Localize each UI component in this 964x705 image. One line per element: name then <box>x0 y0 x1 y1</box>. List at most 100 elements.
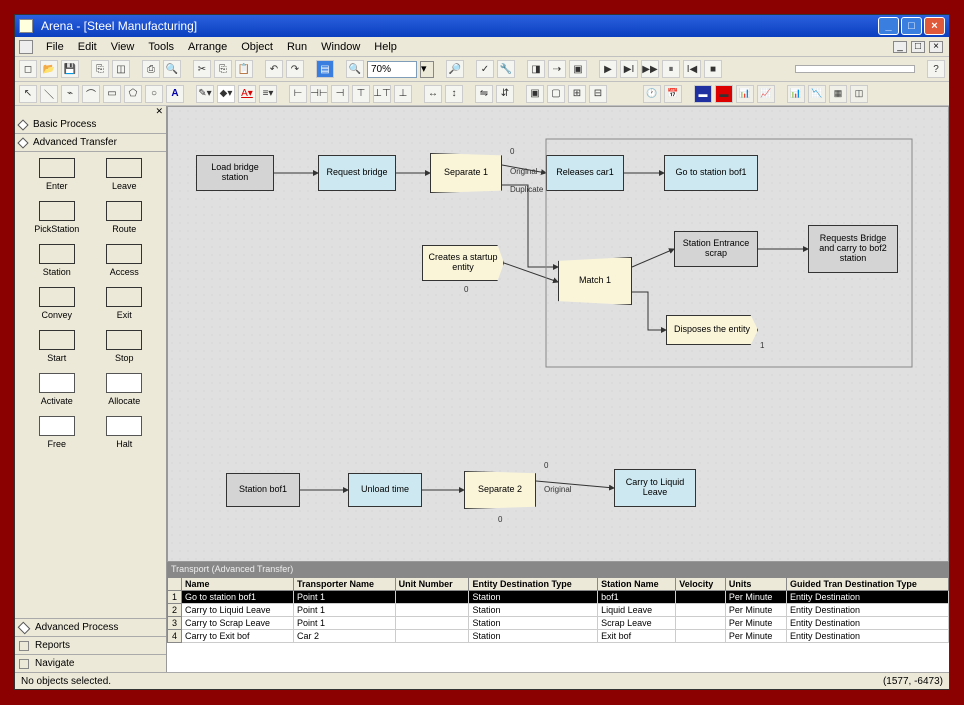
palette-item-start[interactable]: Start <box>25 330 89 363</box>
copy-button[interactable]: ⎘ <box>214 60 232 78</box>
undo-button[interactable]: ↶ <box>265 60 283 78</box>
check-button[interactable]: ✓ <box>476 60 494 78</box>
close-button[interactable]: × <box>924 17 945 35</box>
zoom-dropdown[interactable]: ▾ <box>420 61 434 78</box>
cell[interactable] <box>395 591 469 604</box>
cell[interactable] <box>676 591 726 604</box>
save-button[interactable]: 💾 <box>61 60 79 78</box>
palette-item-access[interactable]: Access <box>93 244 157 277</box>
align-right[interactable]: ⊣ <box>331 85 349 103</box>
palette-item-stop[interactable]: Stop <box>93 330 157 363</box>
bring-front[interactable]: ▣ <box>526 85 544 103</box>
node-match-1[interactable]: Match 1 <box>558 257 632 305</box>
minimize-button[interactable]: _ <box>878 17 899 35</box>
group[interactable]: ⊞ <box>568 85 586 103</box>
node-separate-1[interactable]: Separate 1 <box>430 153 502 193</box>
font-color[interactable]: A▾ <box>238 85 256 103</box>
cell[interactable]: bof1 <box>598 591 676 604</box>
ungroup[interactable]: ⊟ <box>589 85 607 103</box>
node-go-station[interactable]: Go to station bof1 <box>664 155 758 191</box>
preview-button[interactable]: 🔍 <box>163 60 181 78</box>
connect-button[interactable]: ⇢ <box>548 60 566 78</box>
align-center-h[interactable]: ⊣⊢ <box>310 85 328 103</box>
column-header[interactable]: Entity Destination Type <box>469 578 598 591</box>
section-reports[interactable]: Reports <box>15 636 166 654</box>
cell[interactable]: Entity Destination <box>786 617 948 630</box>
palette-item-free[interactable]: Free <box>25 416 89 449</box>
fastfwd-button[interactable]: ▶I <box>620 60 638 78</box>
cell[interactable]: Per Minute <box>725 604 786 617</box>
date-icon[interactable]: 📅 <box>664 85 682 103</box>
column-header[interactable]: Name <box>182 578 294 591</box>
help-button[interactable]: ? <box>927 60 945 78</box>
submodel-button[interactable]: ▣ <box>569 60 587 78</box>
send-back[interactable]: ▢ <box>547 85 565 103</box>
column-header[interactable]: Unit Number <box>395 578 469 591</box>
node-carry-liquid[interactable]: Carry to Liquid Leave <box>614 469 696 507</box>
section-basic-process[interactable]: Basic Process <box>15 116 166 134</box>
section-navigate[interactable]: Navigate <box>15 654 166 672</box>
var-icon[interactable]: ▬ <box>694 85 712 103</box>
cell[interactable]: Station <box>469 591 598 604</box>
zoom-input[interactable]: 70% <box>367 61 417 78</box>
node-releases-car[interactable]: Releases car1 <box>546 155 624 191</box>
cell[interactable]: Station <box>469 604 598 617</box>
align-bottom[interactable]: ⊥ <box>394 85 412 103</box>
cell[interactable]: Scrap Leave <box>598 617 676 630</box>
pen-color[interactable]: ✎▾ <box>196 85 214 103</box>
node-separate-2[interactable]: Separate 2 <box>464 471 536 509</box>
node-request-bridge[interactable]: Request bridge <box>318 155 396 191</box>
cell[interactable]: Per Minute <box>725 617 786 630</box>
table-row[interactable]: 4Carry to Exit bofCar 2StationExit bofPe… <box>168 630 949 643</box>
node-requests-bridge[interactable]: Requests Bridge and carry to bof2 statio… <box>808 225 898 273</box>
sidebar-close-icon[interactable]: ✕ <box>155 106 163 116</box>
cell[interactable] <box>395 630 469 643</box>
mdi-close-button[interactable]: × <box>929 41 943 53</box>
cell[interactable]: Point 1 <box>294 617 396 630</box>
menu-file[interactable]: File <box>39 41 71 53</box>
cell[interactable]: Exit bof <box>598 630 676 643</box>
pause-button[interactable]: ⏸ <box>662 60 680 78</box>
menu-run[interactable]: Run <box>280 41 314 53</box>
text-tool[interactable]: A <box>166 85 184 103</box>
level-icon[interactable]: ▬ <box>715 85 733 103</box>
cell[interactable] <box>395 617 469 630</box>
clock-icon[interactable]: 🕐 <box>643 85 661 103</box>
menu-edit[interactable]: Edit <box>71 41 104 53</box>
menu-window[interactable]: Window <box>314 41 367 53</box>
palette-item-exit[interactable]: Exit <box>93 287 157 320</box>
node-create-startup[interactable]: Creates a startup entity <box>422 245 504 281</box>
open-button[interactable]: 📂 <box>40 60 58 78</box>
mdi-restore-button[interactable]: □ <box>911 41 925 53</box>
cell[interactable] <box>395 604 469 617</box>
dist-vert[interactable]: ↕ <box>445 85 463 103</box>
redo-button[interactable]: ↷ <box>286 60 304 78</box>
find-button[interactable]: 🔎 <box>446 60 464 78</box>
arrow-tool[interactable]: ↖ <box>19 85 37 103</box>
plot-icon[interactable]: 📈 <box>757 85 775 103</box>
node-station-bof1[interactable]: Station bof1 <box>226 473 300 507</box>
attach-button[interactable]: ⎘ <box>91 60 109 78</box>
cell[interactable]: Point 1 <box>294 591 396 604</box>
fill-color[interactable]: ◆▾ <box>217 85 235 103</box>
section-advanced-process[interactable]: Advanced Process <box>15 618 166 636</box>
go-button[interactable]: 🔧 <box>497 60 515 78</box>
arc-tool[interactable]: ⌒ <box>82 85 100 103</box>
palette-item-enter[interactable]: Enter <box>25 158 89 191</box>
stop-button[interactable]: ■ <box>704 60 722 78</box>
column-header[interactable] <box>168 578 182 591</box>
table-row[interactable]: 3Carry to Scrap LeavePoint 1StationScrap… <box>168 617 949 630</box>
align-middle[interactable]: ⊥⊤ <box>373 85 391 103</box>
step-back-button[interactable]: I◀ <box>683 60 701 78</box>
chart3-icon[interactable]: ▦ <box>829 85 847 103</box>
cell[interactable]: Per Minute <box>725 630 786 643</box>
cell[interactable]: Entity Destination <box>786 604 948 617</box>
menu-view[interactable]: View <box>104 41 142 53</box>
node-station-entrance[interactable]: Station Entrance scrap <box>674 231 758 267</box>
cut-button[interactable]: ✂ <box>193 60 211 78</box>
poly-tool[interactable]: ⬠ <box>124 85 142 103</box>
rect-tool[interactable]: ▭ <box>103 85 121 103</box>
palette-item-convey[interactable]: Convey <box>25 287 89 320</box>
column-header[interactable]: Velocity <box>676 578 726 591</box>
palette-item-route[interactable]: Route <box>93 201 157 234</box>
